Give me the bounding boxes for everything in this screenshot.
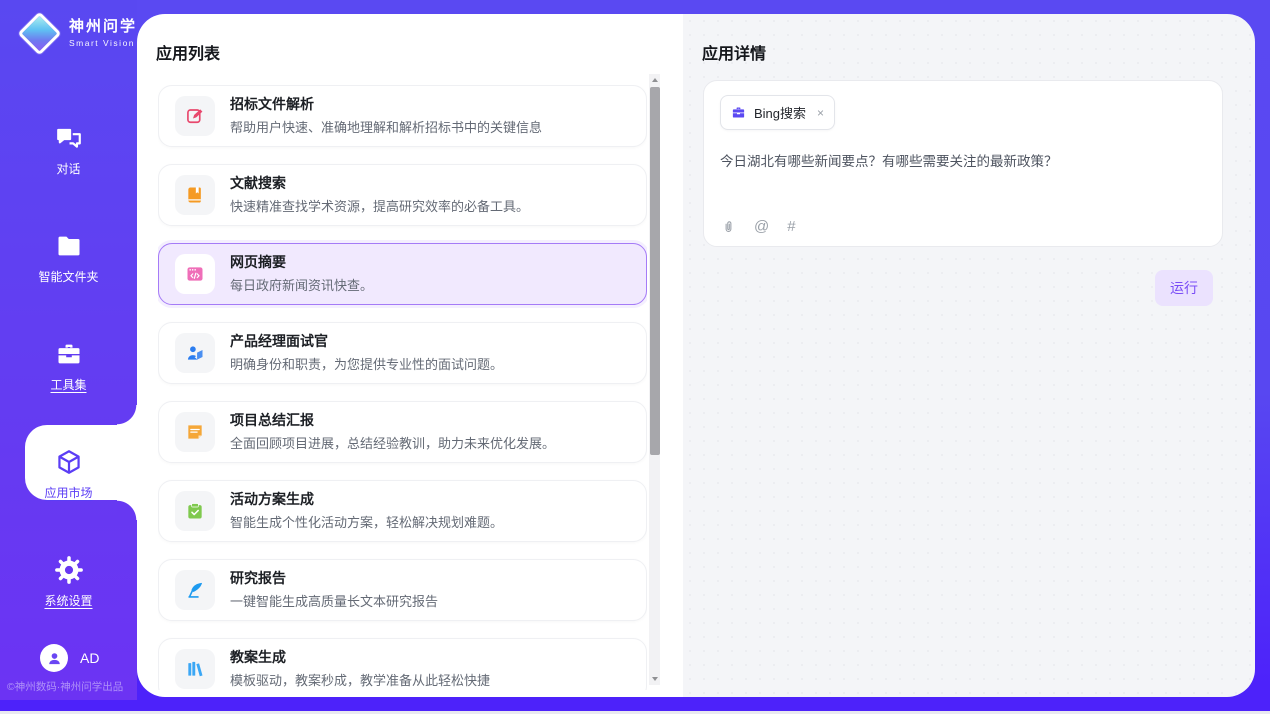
app-card-title: 教案生成	[230, 649, 490, 667]
content-frame: 应用列表 招标文件解析帮助用户快速、准确地理解和解析招标书中的关键信息文献搜索快…	[137, 14, 1255, 697]
app-card-title: 项目总结汇报	[230, 412, 555, 430]
user-name: AD	[80, 650, 99, 666]
paperclip-icon[interactable]	[721, 219, 736, 235]
chat-icon	[54, 123, 84, 153]
user-profile[interactable]: AD	[40, 644, 99, 672]
app-list: 招标文件解析帮助用户快速、准确地理解和解析招标书中的关键信息文献搜索快速精准查找…	[158, 85, 647, 690]
app-list-title: 应用列表	[156, 40, 220, 64]
app-card-desc: 模板驱动，教案秒成，教学准备从此轻松快捷	[230, 670, 490, 689]
chip-close-icon[interactable]: ×	[817, 106, 824, 120]
scrollbar-up-icon[interactable]	[649, 74, 660, 86]
browser-code-icon	[175, 254, 215, 294]
scrollbar[interactable]	[649, 74, 660, 685]
app-card-pm-interviewer[interactable]: 产品经理面试官明确身份和职责，为您提供专业性的面试问题。	[158, 322, 647, 384]
app-card-research-report[interactable]: 研究报告一键智能生成高质量长文本研究报告	[158, 559, 647, 621]
clipboard-check-icon	[175, 491, 215, 531]
app-card-desc: 一键智能生成高质量长文本研究报告	[230, 591, 438, 610]
app-window: 神州问学 Smart Vision 对话智能文件夹工具集应用市场系统设置 AD …	[0, 0, 1270, 714]
pen-square-icon	[175, 96, 215, 136]
sidebar-item-app-market[interactable]: 应用市场	[0, 420, 137, 528]
note-icon	[175, 412, 215, 452]
book-icon	[175, 175, 215, 215]
app-card-lesson-plan[interactable]: 教案生成模板驱动，教案秒成，教学准备从此轻松快捷	[158, 638, 647, 690]
app-card-desc: 快速精准查找学术资源，提高研究效率的必备工具。	[230, 196, 529, 215]
hashtag-icon[interactable]: #	[787, 218, 795, 235]
scrollbar-thumb[interactable]	[650, 87, 660, 455]
cube-icon	[54, 447, 84, 477]
app-card-literature-search[interactable]: 文献搜索快速精准查找学术资源，提高研究效率的必备工具。	[158, 164, 647, 226]
sidebar-nav: 对话智能文件夹工具集应用市场系统设置	[0, 96, 137, 636]
prompt-toolbar: @ #	[721, 218, 796, 235]
app-card-title: 研究报告	[230, 570, 438, 588]
at-mention-icon[interactable]: @	[754, 218, 769, 235]
gear-icon	[54, 555, 84, 585]
tool-chip-label: Bing搜索	[754, 103, 806, 122]
sidebar-item-smart-folder[interactable]: 智能文件夹	[0, 204, 137, 312]
app-card-title: 活动方案生成	[230, 491, 503, 509]
sidebar-item-label: 应用市场	[44, 484, 92, 501]
quill-icon	[175, 570, 215, 610]
app-detail-panel: 应用详情 Bing搜索 × 今日湖北有哪些新闻要点？有哪些需要关注的最新政策？ …	[683, 14, 1255, 697]
briefcase-icon	[731, 105, 746, 120]
app-card-web-summary[interactable]: 网页摘要每日政府新闻资讯快查。	[158, 243, 647, 305]
app-card-desc: 智能生成个性化活动方案，轻松解决规划难题。	[230, 512, 503, 531]
sidebar-item-label: 工具集	[50, 376, 86, 393]
app-card-desc: 每日政府新闻资讯快查。	[230, 275, 373, 294]
app-list-panel: 应用列表 招标文件解析帮助用户快速、准确地理解和解析招标书中的关键信息文献搜索快…	[137, 14, 683, 697]
tool-chip-bing-search[interactable]: Bing搜索 ×	[720, 95, 835, 130]
logo-diamond-icon	[18, 12, 62, 56]
sidebar-item-system-settings[interactable]: 系统设置	[0, 528, 137, 636]
sidebar-item-label: 对话	[56, 160, 80, 177]
copyright-text: ©神州数码·神州问学出品	[7, 679, 137, 694]
interviewer-icon	[175, 333, 215, 373]
logo-title: 神州问学	[69, 19, 137, 36]
sidebar-item-chat[interactable]: 对话	[0, 96, 137, 204]
app-card-title: 网页摘要	[230, 254, 373, 272]
sidebar-item-label: 智能文件夹	[38, 268, 98, 285]
app-card-bid-doc-parse[interactable]: 招标文件解析帮助用户快速、准确地理解和解析招标书中的关键信息	[158, 85, 647, 147]
sidebar-item-toolset[interactable]: 工具集	[0, 312, 137, 420]
app-card-title: 文献搜索	[230, 175, 529, 193]
app-card-desc: 全面回顾项目进展，总结经验教训，助力未来优化发展。	[230, 433, 555, 452]
app-detail-title: 应用详情	[702, 40, 766, 64]
books-icon	[175, 649, 215, 689]
sidebar-item-label: 系统设置	[44, 592, 92, 609]
logo-subtitle: Smart Vision	[69, 39, 137, 48]
folder-icon	[54, 231, 84, 261]
person-icon	[46, 650, 63, 667]
run-button[interactable]: 运行	[1155, 270, 1213, 306]
avatar	[40, 644, 68, 672]
app-card-desc: 明确身份和职责，为您提供专业性的面试问题。	[230, 354, 503, 373]
prompt-text[interactable]: 今日湖北有哪些新闻要点？有哪些需要关注的最新政策？	[720, 152, 1206, 172]
scrollbar-down-icon[interactable]	[649, 673, 660, 685]
app-logo: 神州问学 Smart Vision	[19, 13, 137, 54]
sidebar: 神州问学 Smart Vision 对话智能文件夹工具集应用市场系统设置 AD …	[0, 0, 137, 700]
active-tab-curve-bottom	[117, 500, 137, 520]
app-card-title: 招标文件解析	[230, 96, 542, 114]
app-card-event-plan[interactable]: 活动方案生成智能生成个性化活动方案，轻松解决规划难题。	[158, 480, 647, 542]
briefcase-icon	[54, 339, 84, 369]
app-card-title: 产品经理面试官	[230, 333, 503, 351]
prompt-card[interactable]: Bing搜索 × 今日湖北有哪些新闻要点？有哪些需要关注的最新政策？ @ #	[703, 80, 1223, 247]
app-card-desc: 帮助用户快速、准确地理解和解析招标书中的关键信息	[230, 117, 542, 136]
app-card-project-summary[interactable]: 项目总结汇报全面回顾项目进展，总结经验教训，助力未来优化发展。	[158, 401, 647, 463]
active-tab-curve-top	[117, 405, 137, 425]
